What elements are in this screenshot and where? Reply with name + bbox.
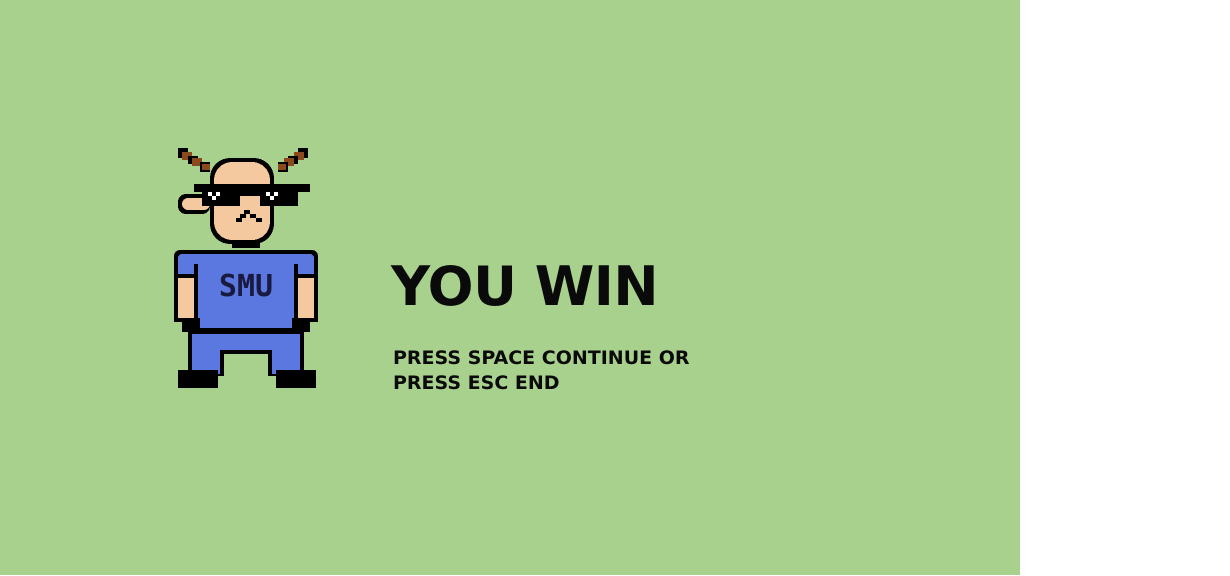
pixel-goat-character-icon: SMU	[174, 148, 318, 388]
instruction-line: PRESS SPACE CONTINUE OR	[393, 347, 690, 369]
pants	[188, 330, 304, 376]
instructions-text: PRESS SPACE CONTINUE OR PRESS ESC END	[393, 346, 690, 396]
game-screen: SMU YOU WIN PRESS SPACE CONTINUE OR PRES…	[0, 0, 1020, 575]
instruction-line: PRESS ESC END	[393, 372, 560, 394]
win-title: YOU WIN	[391, 255, 659, 318]
shirt-text: SMU	[219, 269, 273, 304]
